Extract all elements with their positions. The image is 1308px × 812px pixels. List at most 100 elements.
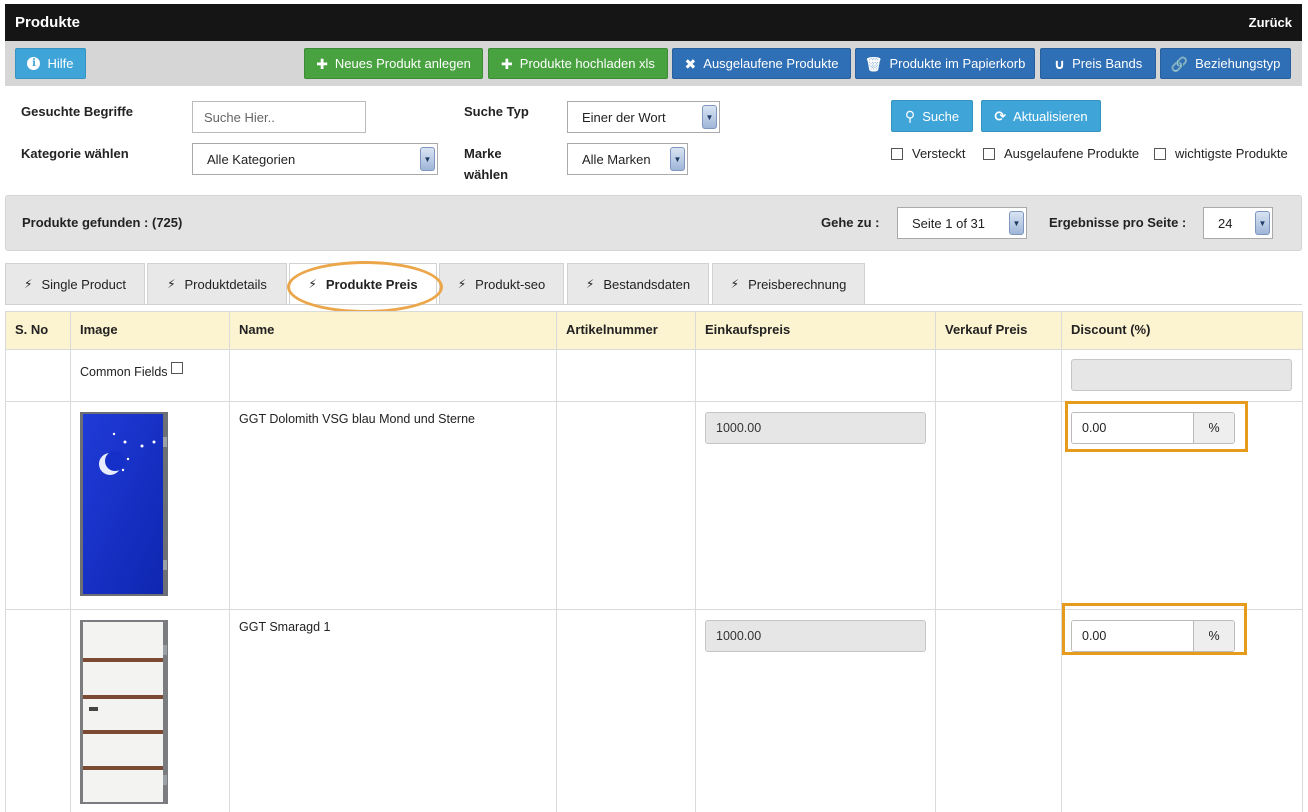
col-discount: Discount (%) — [1061, 311, 1303, 350]
checkbox-box[interactable] — [891, 147, 903, 160]
table-cell — [935, 401, 1062, 610]
brand-label: Marke wählen — [464, 143, 508, 185]
tab-product-details[interactable]: ⚡ Produktdetails — [147, 263, 287, 304]
toolbar: i Hilfe ✚ Neues Produkt anlegen ✚ Produk… — [5, 41, 1302, 86]
purchase-price-value: 1000.00 — [716, 629, 762, 643]
brand-value: Alle Marken — [582, 151, 651, 167]
chevron-down-icon: ▼ — [702, 105, 717, 129]
refresh-button-label: Aktualisieren — [1013, 108, 1088, 124]
relation-type-button[interactable]: 🔗 Beziehungstyp — [1160, 48, 1291, 79]
price-bands-button[interactable]: ∪ Preis Bands — [1040, 48, 1156, 79]
discount-highlight — [1062, 603, 1247, 655]
tab-product-seo[interactable]: ⚡ Produkt-seo — [439, 263, 564, 304]
common-fields-checkbox[interactable] — [171, 362, 184, 374]
hidden-checkbox[interactable]: Versteckt — [891, 146, 965, 161]
page-select[interactable]: Seite 1 of 31 ▼ — [897, 207, 1027, 239]
new-product-label: Neues Produkt anlegen — [334, 56, 471, 71]
page-title: Produkte — [15, 14, 81, 31]
new-product-button[interactable]: ✚ Neues Produkt anlegen — [304, 48, 483, 79]
upload-xls-label: Produkte hochladen xls — [519, 56, 655, 71]
relation-type-label: Beziehungstyp — [1195, 56, 1281, 71]
tab-price-calculation[interactable]: ⚡ Preisberechnung — [712, 263, 865, 304]
discontinued-checkbox-label: Ausgelaufene Produkte — [1004, 146, 1140, 161]
category-label: Kategorie wählen — [21, 146, 129, 161]
table-cell — [695, 349, 936, 402]
common-fields-label: Common Fields — [80, 365, 168, 379]
col-image: Image — [70, 311, 230, 350]
table-cell — [70, 609, 230, 812]
bolt-icon: ⚡ — [585, 277, 595, 291]
tab-label: Bestandsdaten — [603, 276, 691, 292]
checkbox-box[interactable] — [1154, 147, 1166, 160]
trash-label: Produkte im Papierkorb — [889, 56, 1026, 71]
tab-divider — [5, 304, 1302, 311]
purchase-price-field[interactable]: 1000.00 — [705, 620, 926, 652]
trash-icon: 🗑 — [864, 55, 883, 72]
link-icon: 🔗 — [1170, 55, 1189, 72]
close-icon: ✖ — [684, 55, 697, 72]
info-icon: i — [27, 57, 41, 70]
tab-stock-data[interactable]: ⚡ Bestandsdaten — [567, 263, 709, 304]
table-cell — [556, 401, 696, 610]
table-cell — [556, 349, 696, 402]
per-page-label: Ergebnisse pro Seite : — [1049, 215, 1187, 230]
bolt-icon: ⚡ — [730, 277, 740, 291]
brand-select[interactable]: Alle Marken ▼ — [567, 143, 688, 175]
chevron-down-icon: ▼ — [1009, 211, 1024, 235]
discontinued-checkbox[interactable]: Ausgelaufene Produkte — [983, 146, 1139, 161]
plus-icon: ✚ — [501, 55, 513, 72]
search-icon: ⚲ — [904, 108, 916, 124]
col-sno: S. No — [5, 311, 71, 350]
table-cell — [5, 401, 71, 610]
tab-label: Preisberechnung — [748, 276, 847, 292]
search-type-select[interactable]: Einer der Wort ▼ — [567, 101, 720, 133]
products-page: Produkte Zurück i Hilfe ✚ Neues Produkt … — [0, 0, 1308, 812]
brand-label-line2: wählen — [464, 167, 509, 182]
help-button[interactable]: i Hilfe — [15, 48, 86, 79]
purchase-price-field[interactable]: 1000.00 — [705, 412, 926, 444]
table-cell — [935, 609, 1062, 812]
col-name: Name — [229, 311, 557, 350]
product-name: GGT Dolomith VSG blau Mond und Sterne — [239, 412, 475, 426]
table-cell: GGT Smaragd 1 — [229, 609, 557, 812]
refresh-icon: ⟳ — [994, 108, 1007, 124]
discount-highlight — [1065, 401, 1248, 452]
tab-single-product[interactable]: ⚡ Single Product — [5, 263, 145, 304]
refresh-button[interactable]: ⟳ Aktualisieren — [981, 100, 1101, 132]
table-cell — [1061, 349, 1303, 402]
trash-products-button[interactable]: 🗑 Produkte im Papierkorb — [855, 48, 1035, 79]
important-checkbox-label: wichtigste Produkte — [1175, 146, 1288, 161]
title-bar: Produkte Zurück — [5, 4, 1302, 41]
important-checkbox[interactable]: wichtigste Produkte — [1154, 146, 1288, 161]
discontinued-label: Ausgelaufene Produkte — [703, 56, 839, 71]
category-value: Alle Kategorien — [207, 151, 296, 167]
search-input[interactable]: Suche Hier.. — [192, 101, 366, 133]
upload-xls-button[interactable]: ✚ Produkte hochladen xls — [488, 48, 668, 79]
chevron-down-icon: ▼ — [420, 147, 435, 171]
common-discount-field[interactable] — [1071, 359, 1292, 391]
tab-label: Single Product — [41, 276, 126, 292]
page-value: Seite 1 of 31 — [912, 215, 985, 231]
table-cell: 1000.00 — [695, 401, 936, 610]
checkbox-box[interactable] — [983, 147, 995, 160]
table-cell — [5, 609, 71, 812]
category-select[interactable]: Alle Kategorien ▼ — [192, 143, 438, 175]
chevron-down-icon: ▼ — [1255, 211, 1270, 235]
table-cell — [70, 401, 230, 610]
table-cell: GGT Dolomith VSG blau Mond und Sterne — [229, 401, 557, 610]
checkbox-box[interactable] — [171, 362, 184, 374]
discontinued-products-button[interactable]: ✖ Ausgelaufene Produkte — [672, 48, 851, 79]
search-type-label: Suche Typ — [464, 104, 529, 119]
results-bar: Produkte gefunden : (725) Gehe zu : Seit… — [5, 195, 1302, 251]
plus-icon: ✚ — [316, 55, 328, 72]
product-image — [80, 412, 168, 596]
brand-label-line1: Marke — [464, 146, 502, 161]
common-fields-row: Common Fields — [5, 349, 1303, 402]
search-terms-label: Gesuchte Begriffe — [21, 104, 133, 119]
product-image — [80, 620, 168, 804]
search-type-value: Einer der Wort — [582, 109, 666, 125]
table-cell — [229, 349, 557, 402]
search-button[interactable]: ⚲ Suche — [891, 100, 973, 132]
back-link[interactable]: Zurück — [1249, 15, 1292, 30]
per-page-select[interactable]: 24 ▼ — [1203, 207, 1273, 239]
